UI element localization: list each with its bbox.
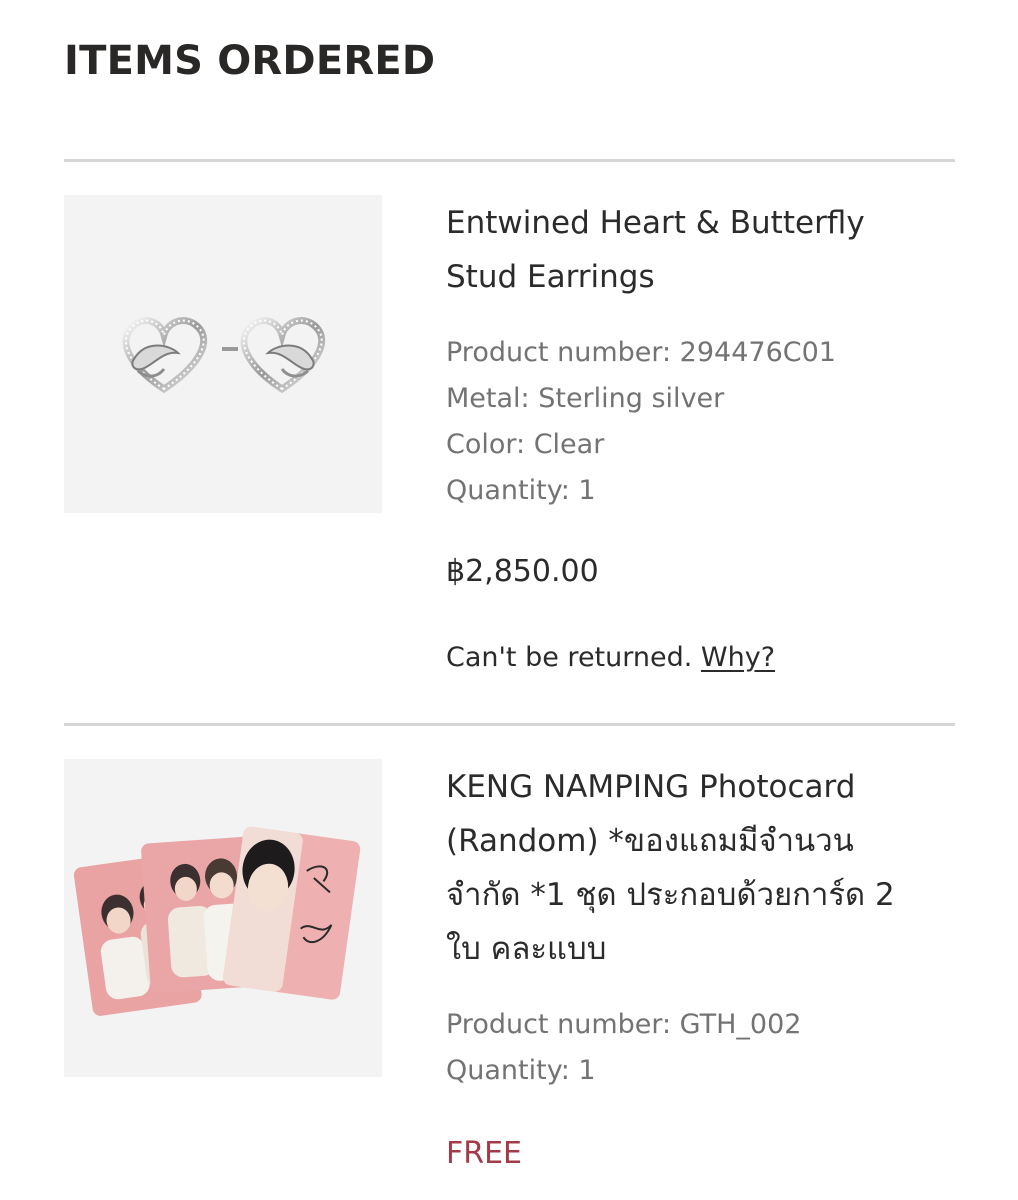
item-name-line: KENG NAMPING Photocard (446, 769, 856, 805)
metal-attribute: Metal: Sterling silver (446, 383, 725, 414)
return-policy: Can't be returned. Why? (446, 640, 956, 676)
order-item: KENG NAMPING Photocard (Random) *ของแถมม… (446, 760, 956, 1174)
quantity: Quantity: 1 (446, 1055, 596, 1086)
item-name-line: (Random) *ของแถมมีจำนวน (446, 823, 854, 859)
earrings-image (122, 317, 326, 394)
item-price: ฿2,850.00 (446, 554, 599, 589)
item-name-line: ใบ คละแบบ (446, 931, 607, 967)
item-name[interactable]: KENG NAMPING Photocard (Random) *ของแถมม… (446, 760, 956, 976)
quantity: Quantity: 1 (446, 475, 596, 506)
item-name-line: Stud Earrings (446, 259, 655, 295)
item-name-line: Entwined Heart & Butterfly (446, 205, 865, 241)
item-name-line: จำกัด *1 ชุด ประกอบด้วยการ์ด 2 (446, 877, 895, 913)
product-image-photocard[interactable] (64, 759, 382, 1077)
item-meta: Product number: GTH_002 Quantity: 1 (446, 1002, 956, 1094)
page-title: ITEMS ORDERED (64, 38, 436, 84)
product-number: Product number: 294476C01 (446, 337, 836, 368)
product-number: Product number: GTH_002 (446, 1009, 802, 1040)
product-image-earrings[interactable] (64, 195, 382, 513)
divider (64, 159, 955, 162)
photocard-image (73, 826, 361, 1016)
color-attribute: Color: Clear (446, 429, 605, 460)
return-note: Can't be returned. (446, 642, 693, 673)
order-item: Entwined Heart & Butterfly Stud Earrings… (446, 196, 956, 676)
item-name[interactable]: Entwined Heart & Butterfly Stud Earrings (446, 196, 956, 304)
item-price: FREE (446, 1136, 523, 1171)
why-link[interactable]: Why? (701, 642, 775, 673)
divider (64, 723, 955, 726)
item-meta: Product number: 294476C01 Metal: Sterlin… (446, 330, 956, 514)
